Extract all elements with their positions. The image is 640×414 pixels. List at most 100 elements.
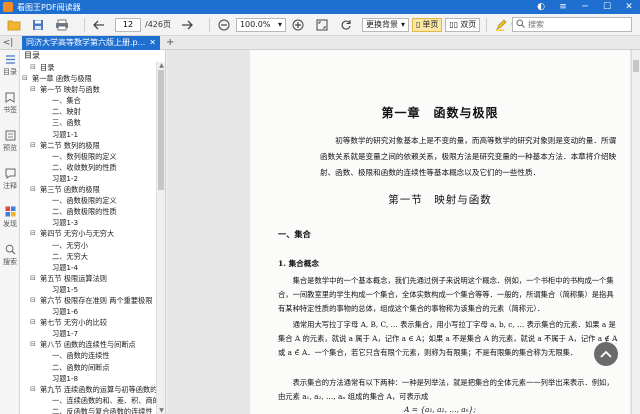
- outline-item[interactable]: ⊟ 第五节 极限运算法则: [20, 273, 156, 284]
- outline-item[interactable]: 习题1-1: [20, 129, 156, 140]
- outline-item-label: 第五节 极限运算法则: [40, 273, 107, 283]
- page-number-input[interactable]: [115, 17, 141, 32]
- collapse-toggle-icon[interactable]: ⊟: [30, 184, 36, 195]
- outline-item[interactable]: ⊟ 第七节 无穷小的比较: [20, 317, 156, 328]
- outline-item-label: 二、反函数与复合函数的连续性: [52, 406, 153, 414]
- outline-item[interactable]: 习题1-7: [20, 328, 156, 339]
- menu-icon[interactable]: ≡: [552, 0, 574, 14]
- outline-item[interactable]: 一、函数的连续性: [20, 350, 156, 361]
- save-icon[interactable]: [30, 17, 46, 33]
- collapse-toggle-icon[interactable]: ⊟: [30, 140, 36, 151]
- print-icon[interactable]: [54, 17, 70, 33]
- outline-item-label: 二、收敛数列的性质: [52, 162, 117, 172]
- double-page-label: 双页: [460, 20, 477, 29]
- new-tab-icon[interactable]: +: [166, 37, 174, 48]
- outline-item[interactable]: 一、集合: [20, 95, 156, 106]
- rail-item-label: 搜索: [3, 258, 17, 266]
- rail-item-preview[interactable]: 预览: [0, 126, 20, 164]
- previous-page-icon[interactable]: [91, 17, 107, 33]
- outline-scroll-thumb[interactable]: [158, 70, 164, 190]
- outline-item[interactable]: ⊟ 第九节 连续函数的运算与初等函数的: [20, 384, 156, 395]
- outline-item[interactable]: 习题1-4: [20, 262, 156, 273]
- outline-item[interactable]: 一、连续函数的和、差、积、商的: [20, 395, 156, 406]
- outline-item[interactable]: 二、函数极限的性质: [20, 206, 156, 217]
- outline-item[interactable]: ⊟ 第三节 函数的极限: [20, 184, 156, 195]
- outline-item[interactable]: 二、映射: [20, 106, 156, 117]
- outline-item[interactable]: 二、函数的间断点: [20, 362, 156, 373]
- chevron-down-icon: ▾: [277, 20, 282, 29]
- close-button[interactable]: ✕: [618, 0, 640, 14]
- document-scroll-thumb[interactable]: [633, 60, 639, 72]
- document-tab[interactable]: 同济大学高等数学第六版上册.p... ✕: [22, 35, 160, 50]
- collapse-sidebar-icon[interactable]: <|: [0, 38, 16, 48]
- outline-item[interactable]: ⊟ 第八节 函数的连续性与间断点: [20, 339, 156, 350]
- collapse-toggle-icon[interactable]: ⊟: [30, 228, 36, 239]
- collapse-toggle-icon[interactable]: ⊟: [30, 84, 36, 95]
- collapse-toggle-icon[interactable]: ⊟: [30, 295, 36, 306]
- double-page-button[interactable]: ▯▯ 双页: [445, 17, 481, 32]
- single-page-icon: ▯: [415, 20, 421, 29]
- rail-item-discover[interactable]: 发现: [0, 202, 20, 240]
- outline-item[interactable]: 三、函数: [20, 117, 156, 128]
- outline-item-label: 第七节 无穷小的比较: [40, 318, 107, 328]
- fit-page-icon[interactable]: [314, 17, 330, 33]
- outline-item[interactable]: ⊟ 目录: [20, 62, 156, 73]
- outline-item-label: 第六节 极限存在准则 两个重要极限: [40, 295, 153, 305]
- collapse-toggle-icon[interactable]: ⊟: [30, 384, 36, 395]
- document-scrollbar[interactable]: [631, 50, 640, 414]
- skin-icon[interactable]: ◐: [530, 0, 552, 14]
- search-box[interactable]: [512, 17, 632, 32]
- search-input[interactable]: [528, 20, 623, 29]
- scroll-up-arrow-icon[interactable]: ▲: [157, 62, 165, 69]
- outline-item-label: 习题1-3: [52, 218, 79, 228]
- zoom-select[interactable]: 100.0% ▾: [235, 17, 286, 32]
- minimize-button[interactable]: ─: [574, 0, 596, 14]
- collapse-toggle-icon[interactable]: ⊟: [22, 73, 28, 84]
- outline-item-label: 一、函数极限的定义: [52, 196, 117, 206]
- rotate-icon[interactable]: [338, 17, 354, 33]
- outline-item[interactable]: 一、函数极限的定义: [20, 195, 156, 206]
- collapse-toggle-icon[interactable]: ⊟: [30, 62, 36, 73]
- maximize-button[interactable]: ☐: [596, 0, 618, 14]
- rail-item-outline[interactable]: 目录: [0, 50, 20, 88]
- background-select[interactable]: 更换背景 ▾: [361, 17, 409, 32]
- zoom-out-icon[interactable]: [216, 17, 232, 33]
- rail-item-bookmark[interactable]: 书签: [0, 88, 20, 126]
- app-logo-icon: [3, 2, 13, 12]
- outline-item[interactable]: ⊟ 第一节 映射与函数: [20, 84, 156, 95]
- collapse-toggle-icon[interactable]: ⊟: [30, 273, 36, 284]
- outline-item[interactable]: 习题1-3: [20, 217, 156, 228]
- outline-item[interactable]: 习题1-6: [20, 306, 156, 317]
- scroll-down-arrow-icon[interactable]: ▼: [157, 407, 165, 414]
- close-tab-icon[interactable]: ✕: [149, 38, 156, 47]
- outline-item[interactable]: 二、反函数与复合函数的连续性: [20, 406, 156, 414]
- back-to-top-button[interactable]: [594, 342, 618, 366]
- annotation-icon: [5, 168, 15, 179]
- rail-item-label: 预览: [3, 144, 17, 152]
- outline-item[interactable]: 二、无穷大: [20, 251, 156, 262]
- outline-item[interactable]: 习题1-8: [20, 373, 156, 384]
- outline-item[interactable]: 一、无穷小: [20, 240, 156, 251]
- outline-item[interactable]: 习题1-5: [20, 284, 156, 295]
- collapse-toggle-icon[interactable]: ⊟: [30, 339, 36, 350]
- outline-item[interactable]: ⊟ 第一章 函数与极限: [20, 73, 156, 84]
- rail-item-annotation[interactable]: 注释: [0, 164, 20, 202]
- open-folder-icon[interactable]: [6, 17, 22, 33]
- next-page-icon[interactable]: [179, 17, 195, 33]
- outline-item-label: 第一节 映射与函数: [40, 85, 100, 95]
- rail-item-search[interactable]: 搜索: [0, 240, 20, 278]
- outline-item-label: 目录: [40, 63, 55, 72]
- outline-scrollbar[interactable]: ▲ ▼: [156, 62, 165, 414]
- single-page-button[interactable]: ▯ 单页: [411, 17, 443, 32]
- zoom-in-icon[interactable]: [290, 17, 306, 33]
- outline-item[interactable]: 二、收敛数列的性质: [20, 162, 156, 173]
- highlighter-icon[interactable]: [493, 17, 509, 33]
- chapter-intro: 初等数学的研究对象基本上是不变的量，而高等数学的研究对象则是变动的量．所谓函数关…: [320, 136, 617, 177]
- outline-item[interactable]: 习题1-2: [20, 173, 156, 184]
- outline-item[interactable]: ⊟ 第二节 数列的极限: [20, 140, 156, 151]
- outline-item[interactable]: ⊟ 第六节 极限存在准则 两个重要极限: [20, 295, 156, 306]
- outline-item-label: 习题1-4: [52, 262, 79, 272]
- outline-item[interactable]: 一、数列极限的定义: [20, 151, 156, 162]
- collapse-toggle-icon[interactable]: ⊟: [30, 317, 36, 328]
- outline-item[interactable]: ⊟ 第四节 无穷小与无穷大: [20, 228, 156, 239]
